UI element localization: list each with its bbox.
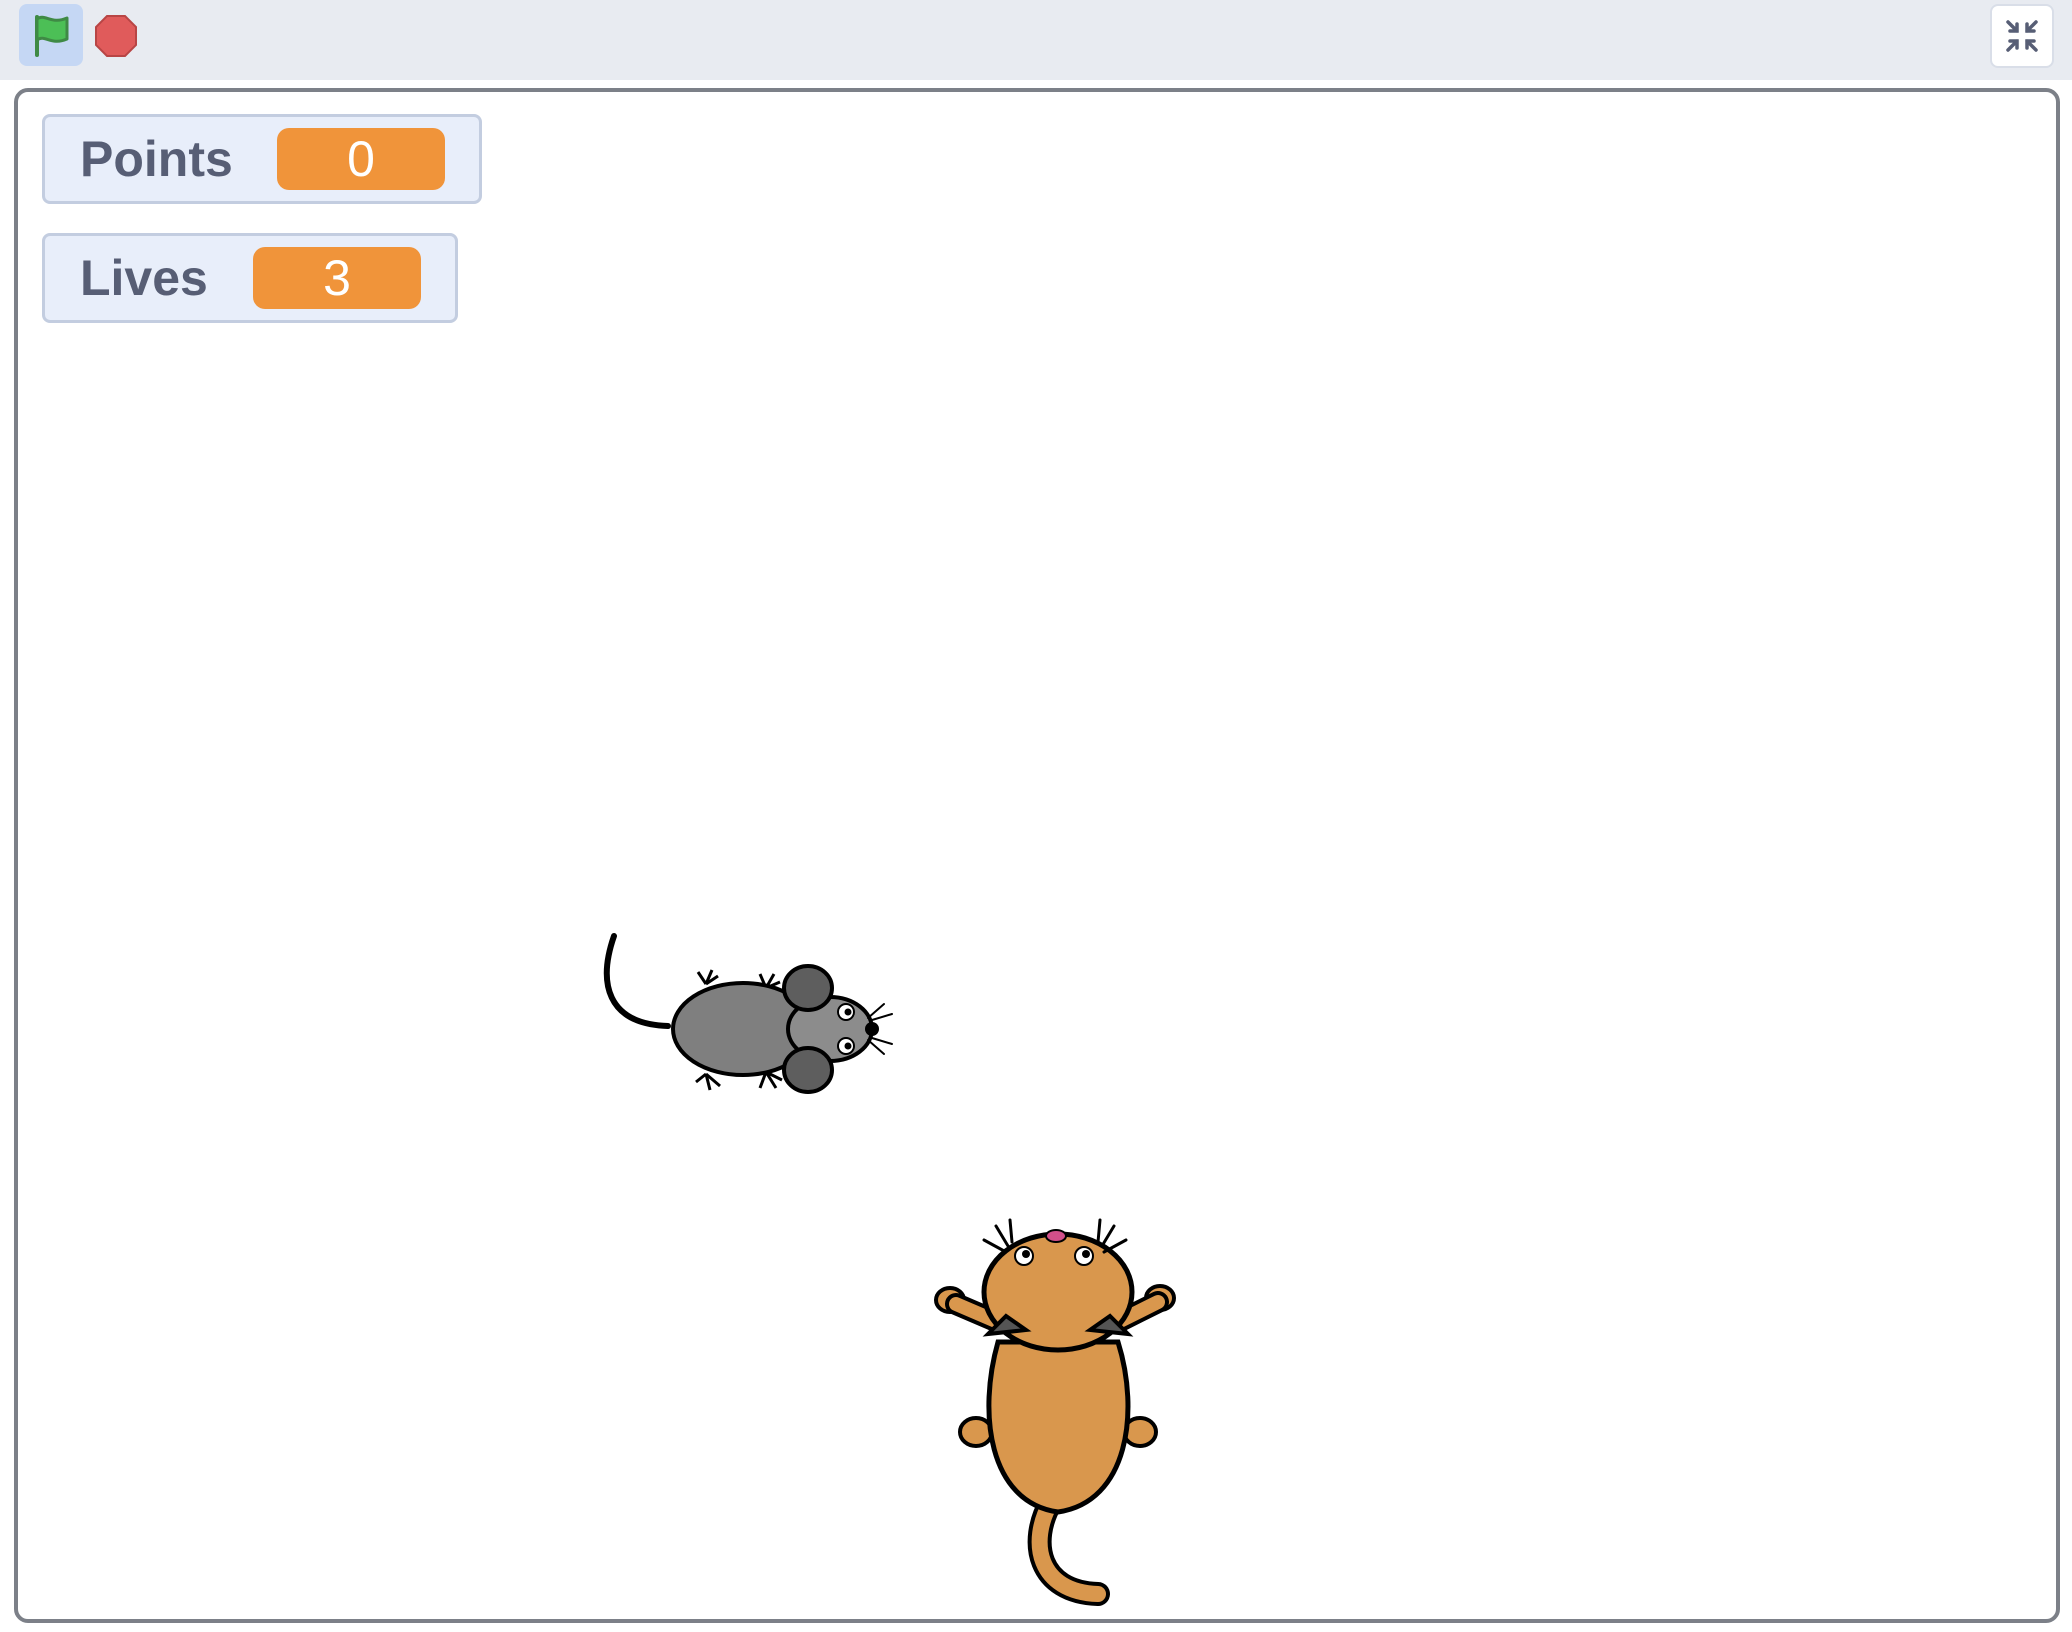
stop-button[interactable] bbox=[92, 12, 140, 60]
mouse-sprite[interactable] bbox=[588, 932, 898, 1112]
green-flag-icon bbox=[35, 15, 69, 57]
cat-sprite[interactable] bbox=[928, 1212, 1188, 1612]
green-flag-button[interactable] bbox=[19, 4, 83, 66]
stage[interactable]: Points 0 Lives 3 bbox=[14, 88, 2060, 1623]
points-value: 0 bbox=[277, 128, 445, 190]
stop-sign-icon bbox=[95, 15, 137, 57]
lives-label: Lives bbox=[80, 250, 208, 306]
points-label: Points bbox=[80, 131, 233, 187]
lives-value: 3 bbox=[253, 247, 421, 309]
exit-fullscreen-icon bbox=[2006, 20, 2038, 52]
points-monitor: Points 0 bbox=[42, 114, 482, 204]
exit-fullscreen-button[interactable] bbox=[1990, 4, 2054, 68]
stage-header bbox=[0, 0, 2072, 80]
lives-monitor: Lives 3 bbox=[42, 233, 458, 323]
